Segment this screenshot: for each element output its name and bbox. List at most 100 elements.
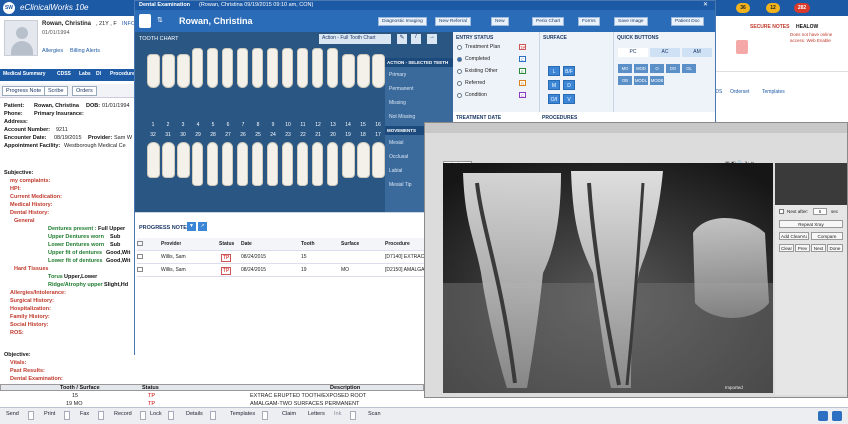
quick-modb-button[interactable]: MODB [650,76,664,85]
chart-action-dropdown[interactable]: Action - Full Tooth Chart [319,34,391,44]
next-button[interactable]: Next [811,244,826,252]
select-all-checkbox[interactable] [137,241,143,246]
tooth-30[interactable] [177,142,190,178]
new-referral-button[interactable]: New Referral [435,17,471,26]
vitals-heading[interactable]: Vitals: [10,360,26,366]
compare-button[interactable]: Compare [811,232,843,240]
past-results-heading[interactable]: Past Results: [10,368,45,374]
settings-icon[interactable] [818,411,828,421]
radio-referred[interactable] [457,81,462,86]
expand-icon[interactable]: ↗ [198,222,207,231]
secure-notes-label[interactable]: SECURE NOTES [750,24,789,30]
action-primary[interactable]: Primary [389,72,406,78]
clear-button[interactable]: Clear [779,244,794,252]
xray-image[interactable] [443,163,773,393]
done-button[interactable]: Done [827,244,843,252]
tab-medical-summary[interactable]: Medical Summary [3,71,46,77]
prev-button[interactable]: Prev [795,244,810,252]
action-missing[interactable]: Missing [389,100,406,106]
lock-menu-icon[interactable] [168,411,174,420]
tooth-18[interactable] [357,142,370,178]
quick-ob-button[interactable]: OB [618,76,632,85]
scan-button[interactable]: Scan [368,411,381,417]
tooth-1[interactable] [147,54,160,88]
xray-thumbnail[interactable] [775,163,847,205]
quick-mo-button[interactable]: MO [618,64,632,73]
tab-orderset[interactable]: Orderset [730,89,749,95]
ink-button[interactable]: Ink [334,411,341,417]
print-button[interactable]: Print [44,411,55,417]
quick-mod-button[interactable]: MOD [634,64,648,73]
surface-oi-button[interactable]: O/I [548,94,560,104]
line-tool-icon[interactable]: / [411,34,421,44]
tooth-15[interactable] [357,54,370,88]
fax-button[interactable]: Fax [80,411,89,417]
quick-modl-button[interactable]: MODL [634,76,648,85]
ros-heading[interactable]: ROS: [10,330,24,336]
movement-mesial-tip[interactable]: Mesial Tip [389,182,412,188]
tab-labs[interactable]: Labs [79,71,91,77]
settings-icon[interactable]: ⇅ [157,16,163,24]
messages-badge[interactable]: 12 [766,3,780,13]
tooth-24[interactable] [267,142,278,186]
surgical-history-heading[interactable]: Surgical History: [10,298,54,304]
allergies-heading[interactable]: Allergies/Intolerance: [10,290,66,296]
patient-avatar[interactable] [4,20,38,56]
surface-bf-button[interactable]: B/F [563,66,575,76]
quick-o-button[interactable]: O [650,64,664,73]
fax-menu-icon[interactable] [98,411,104,420]
details-button[interactable]: Details [186,411,203,417]
tooth-8[interactable] [252,48,263,88]
repeat-xray-button[interactable]: Repeat Xray [779,220,843,228]
record-button[interactable]: Record [114,411,132,417]
tooth-21[interactable] [312,142,323,186]
tooth-9[interactable] [267,48,278,88]
tooth-26[interactable] [237,142,248,186]
tooth-23[interactable] [282,142,293,186]
billing-alerts-link[interactable]: Billing Alerts [70,48,100,54]
tooth-2[interactable] [162,54,175,88]
tooth-29[interactable] [192,142,203,186]
allergies-link[interactable]: Allergies [42,48,63,54]
healow-label[interactable]: HEALOW [796,24,818,30]
hpi-heading[interactable]: HPI: [10,186,21,192]
pencil-icon[interactable]: ✎ [397,34,407,44]
arrow-icon[interactable]: → [427,34,437,44]
orders-button[interactable]: Orders [72,86,97,96]
movement-occlusal[interactable]: Occlusal [389,154,408,160]
radio-completed[interactable] [457,57,462,62]
tooth-16[interactable] [372,54,385,88]
tooth-10[interactable] [282,48,293,88]
tab-templates[interactable]: Templates [762,89,785,95]
print-menu-icon[interactable] [64,411,70,420]
patient-doc-button[interactable]: Patient Doc [671,17,704,26]
tooth-27[interactable] [222,142,233,186]
dental-history-heading[interactable]: Dental History: [10,210,49,216]
tooth-3[interactable] [177,54,190,88]
alerts-badge[interactable]: 282 [794,3,810,13]
action-permanent[interactable]: Permanent [389,86,413,92]
tooth-7[interactable] [237,48,248,88]
patient-name[interactable]: Rowan, Christina [42,21,91,27]
action-not-missing[interactable]: Not Missing [389,114,415,120]
add-clearvu-button[interactable]: Add ClearVu [779,232,809,240]
tooth-11[interactable] [297,48,308,88]
send-menu-icon[interactable] [28,411,34,420]
quick-ol-button[interactable]: OL [682,64,696,73]
tooth-20[interactable] [327,142,338,186]
row-checkbox[interactable] [137,267,143,272]
tooth-5[interactable] [207,48,218,88]
surface-d-button[interactable]: D [563,80,575,90]
current-medication-heading[interactable]: Current Medication: [10,194,62,200]
tooth-4[interactable] [192,48,203,88]
row-checkbox[interactable] [137,254,143,259]
close-icon[interactable]: ✕ [703,1,708,8]
progress-note-button[interactable]: Progress Note [2,86,46,96]
movement-mesial[interactable]: Mesial [389,140,403,146]
save-image-button[interactable]: Save Image [614,17,648,26]
table-row[interactable]: Willis, Sam TP 08/24/2015 19 MO [D2150] … [137,264,433,277]
radio-condition[interactable] [457,93,462,98]
next-after-checkbox[interactable] [779,209,784,214]
letters-button[interactable]: Letters [308,411,325,417]
forms-button[interactable]: Forms [578,17,600,26]
